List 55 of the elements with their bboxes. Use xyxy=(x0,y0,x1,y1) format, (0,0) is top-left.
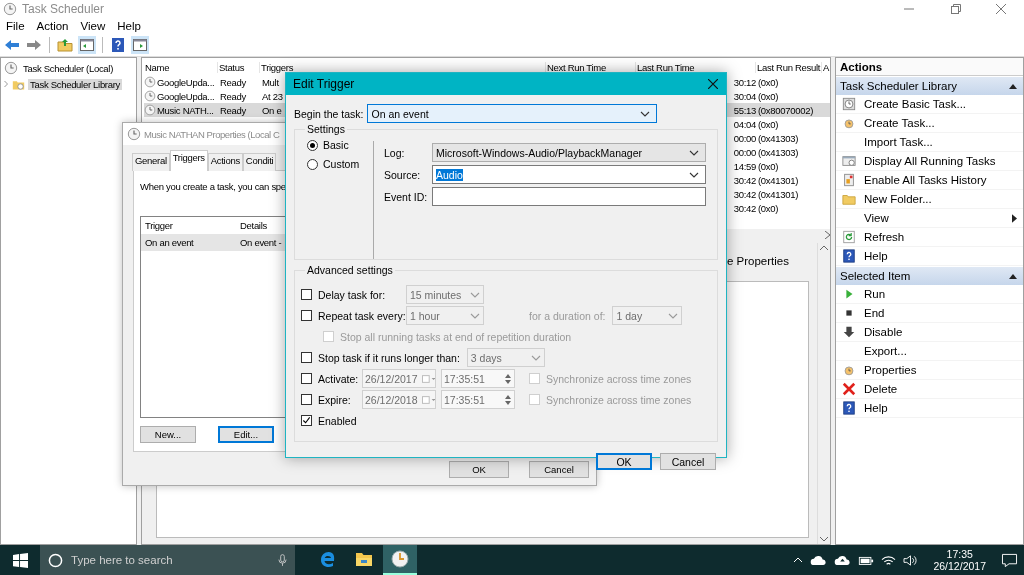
table-cell: (0x80070002) xyxy=(758,104,814,116)
pane-title: Actions xyxy=(840,60,883,73)
checkbox-label: Expire: xyxy=(318,393,352,406)
table-cell: At 23 xyxy=(262,90,283,102)
table-cell: GoogleUpda... xyxy=(157,90,215,102)
window-title: Task Scheduler xyxy=(22,2,106,16)
table-cell: (0x0) xyxy=(758,118,779,130)
table-cell: 30:12 xyxy=(733,76,756,88)
table-cell: 55:13 xyxy=(733,104,756,116)
checkbox-label: Enabled xyxy=(318,414,357,427)
checkbox-label: Repeat task every: xyxy=(318,309,406,322)
checkbox-label: Stop task if it runs longer than: xyxy=(318,351,460,364)
table-cell: (0x41301) xyxy=(758,174,799,186)
table-cell: (0x41303) xyxy=(758,132,799,144)
field-label: Source: xyxy=(384,168,422,181)
table-cell: 30:42 xyxy=(733,188,756,200)
field-label: for a duration of: xyxy=(529,309,606,322)
field-label: Log: xyxy=(384,146,406,159)
table-cell: 30:04 xyxy=(733,90,756,102)
table-cell: Ready xyxy=(220,90,246,102)
checkbox-label: Activate: xyxy=(318,372,360,385)
table-cell: 00:00 xyxy=(733,132,756,144)
group-label: Advanced settings xyxy=(306,264,394,276)
pane-heading: e Properties xyxy=(727,255,789,269)
table-cell-text: On event - xyxy=(240,237,283,248)
table-cell: GoogleUpda... xyxy=(157,76,215,88)
checkbox-label: Delay task for: xyxy=(318,288,387,301)
dialog-title: Edit Trigger xyxy=(293,77,355,91)
table-cell: (0x0) xyxy=(758,76,779,88)
field-label: Begin the task: xyxy=(294,107,364,120)
description-text: When you create a task, you can spe xyxy=(140,181,286,192)
table-cell: On e xyxy=(262,104,282,116)
field-label: Event ID: xyxy=(384,190,429,203)
radio-label: Basic xyxy=(323,139,349,151)
checkbox-label: Stop all running tasks at end of repetition duration xyxy=(340,330,572,343)
table-cell: 30:42 xyxy=(733,174,756,186)
table-cell: 30:42 xyxy=(733,202,756,214)
checkbox-label: Synchronize across time zones xyxy=(546,393,692,406)
checkbox-label: Synchronize across time zones xyxy=(546,372,692,385)
table-cell: (0x41303) xyxy=(758,146,799,158)
dialog-title: Music NATHAN Properties (Local C xyxy=(144,128,280,140)
table-cell: Mult xyxy=(262,76,279,88)
table-cell-text: On an event xyxy=(145,237,195,248)
radio-label: Custom xyxy=(323,158,360,170)
table-cell: 14:59 xyxy=(733,160,756,172)
table-cell: (0x0) xyxy=(758,90,779,102)
group-label: Settings xyxy=(306,123,346,135)
table-cell: (0x41301) xyxy=(758,188,799,200)
table-cell: (0x0) xyxy=(758,202,779,214)
table-cell: Ready xyxy=(220,104,246,116)
table-cell: Music NATH... xyxy=(157,104,214,116)
table-cell: (0x0) xyxy=(758,160,779,172)
table-cell: Ready xyxy=(220,76,246,88)
table-cell: 04:04 xyxy=(733,118,756,130)
table-cell: 00:00 xyxy=(733,146,756,158)
